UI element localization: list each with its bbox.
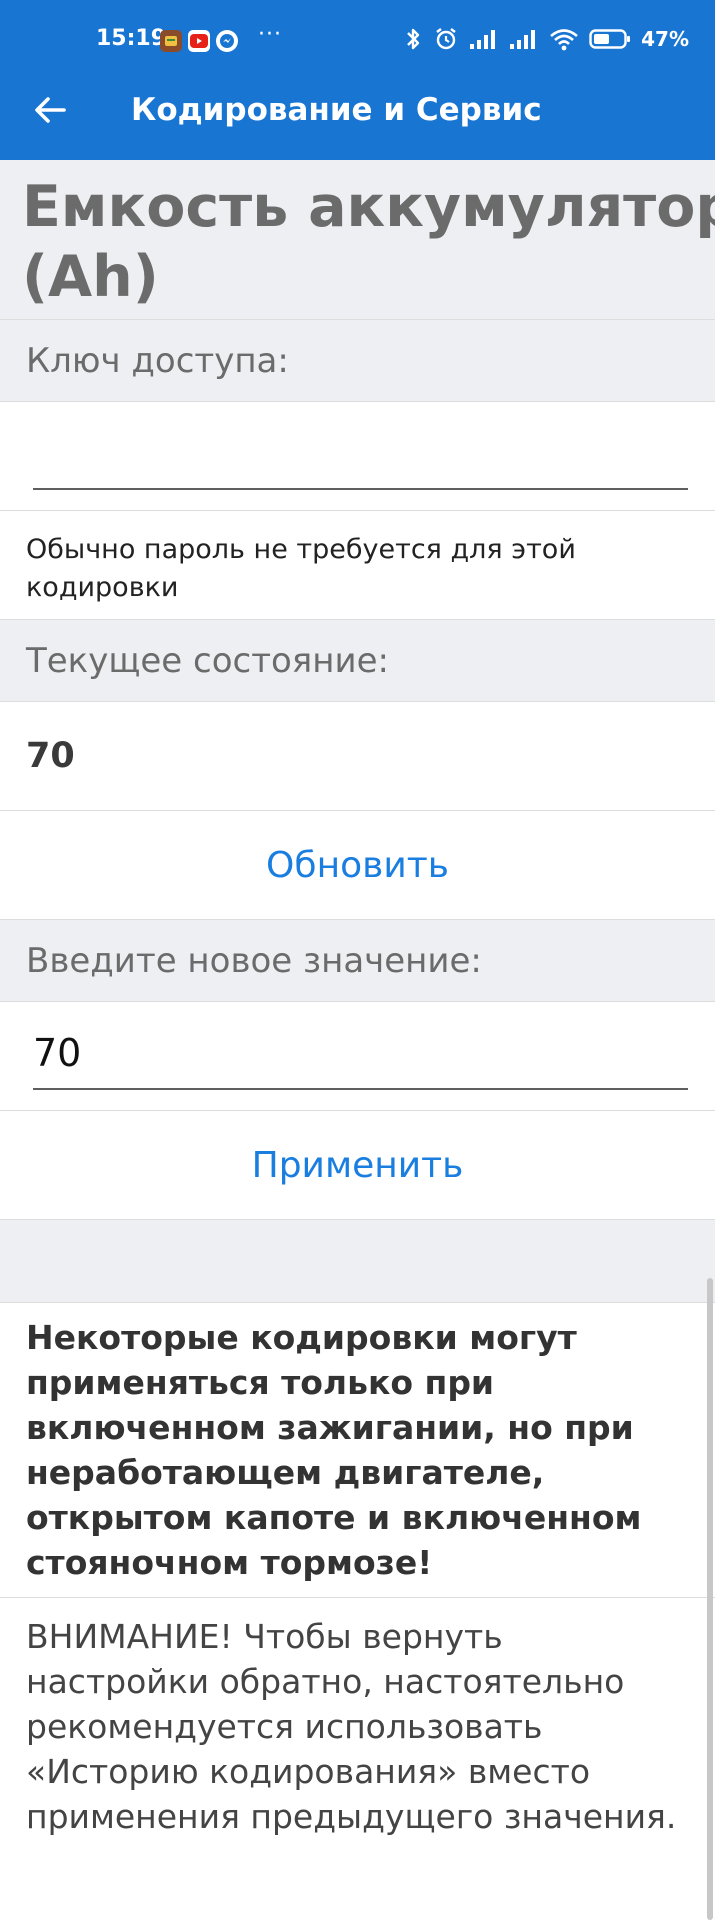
signal-icon <box>509 28 539 50</box>
arrow-left-icon <box>35 97 66 123</box>
status-bar: 15:19 ··· 47% <box>0 18 715 62</box>
alarm-icon <box>433 26 459 52</box>
ignition-warning: Некоторые кодировки могут применяться то… <box>0 1303 715 1598</box>
page-title-line-1: Емкость аккумулятора <box>22 174 715 240</box>
app-bar: Кодирование и Сервис <box>0 80 715 144</box>
history-warning: ВНИМАНИЕ! Чтобы вернуть настройки обратн… <box>0 1598 715 1859</box>
access-key-label: Ключ доступа: <box>0 320 715 402</box>
refresh-row: Обновить <box>0 811 715 920</box>
new-value-row <box>0 1002 715 1111</box>
refresh-button[interactable]: Обновить <box>246 837 469 894</box>
app-title: Кодирование и Сервис <box>131 92 542 128</box>
new-value-input[interactable] <box>33 1024 688 1090</box>
app-header: 15:19 ··· 47% Кодирование и Сервис <box>0 0 715 160</box>
section-divider <box>0 1220 715 1303</box>
access-key-row <box>0 402 715 511</box>
app-notification-icon <box>160 29 182 52</box>
new-value-label: Введите новое значение: <box>0 920 715 1002</box>
system-icons: 47% <box>403 26 689 52</box>
apply-row: Применить <box>0 1111 715 1220</box>
coding-form: Емкость аккумулятора (Ah) Ключ доступа: … <box>0 160 715 1859</box>
youtube-icon <box>188 29 210 52</box>
messenger-icon <box>216 29 238 52</box>
bluetooth-icon <box>403 26 423 52</box>
page-title-line-2: (Ah) <box>22 244 159 310</box>
wifi-icon <box>549 27 579 51</box>
access-key-input[interactable] <box>33 442 688 490</box>
current-state-value: 70 <box>0 702 715 811</box>
apply-button[interactable]: Применить <box>232 1137 484 1194</box>
back-button[interactable] <box>26 86 74 134</box>
more-notifications-icon: ··· <box>258 22 282 47</box>
battery-percent: 47% <box>641 27 689 51</box>
notification-icons: ··· <box>160 22 282 53</box>
status-time: 15:19 <box>96 26 167 51</box>
scrollbar[interactable] <box>707 1278 713 1920</box>
current-state-label: Текущее состояние: <box>0 620 715 702</box>
signal-icon <box>469 28 499 50</box>
page-title: Емкость аккумулятора (Ah) <box>0 160 715 320</box>
battery-icon <box>589 28 631 50</box>
access-key-hint: Обычно пароль не требуется для этой коди… <box>0 511 715 620</box>
